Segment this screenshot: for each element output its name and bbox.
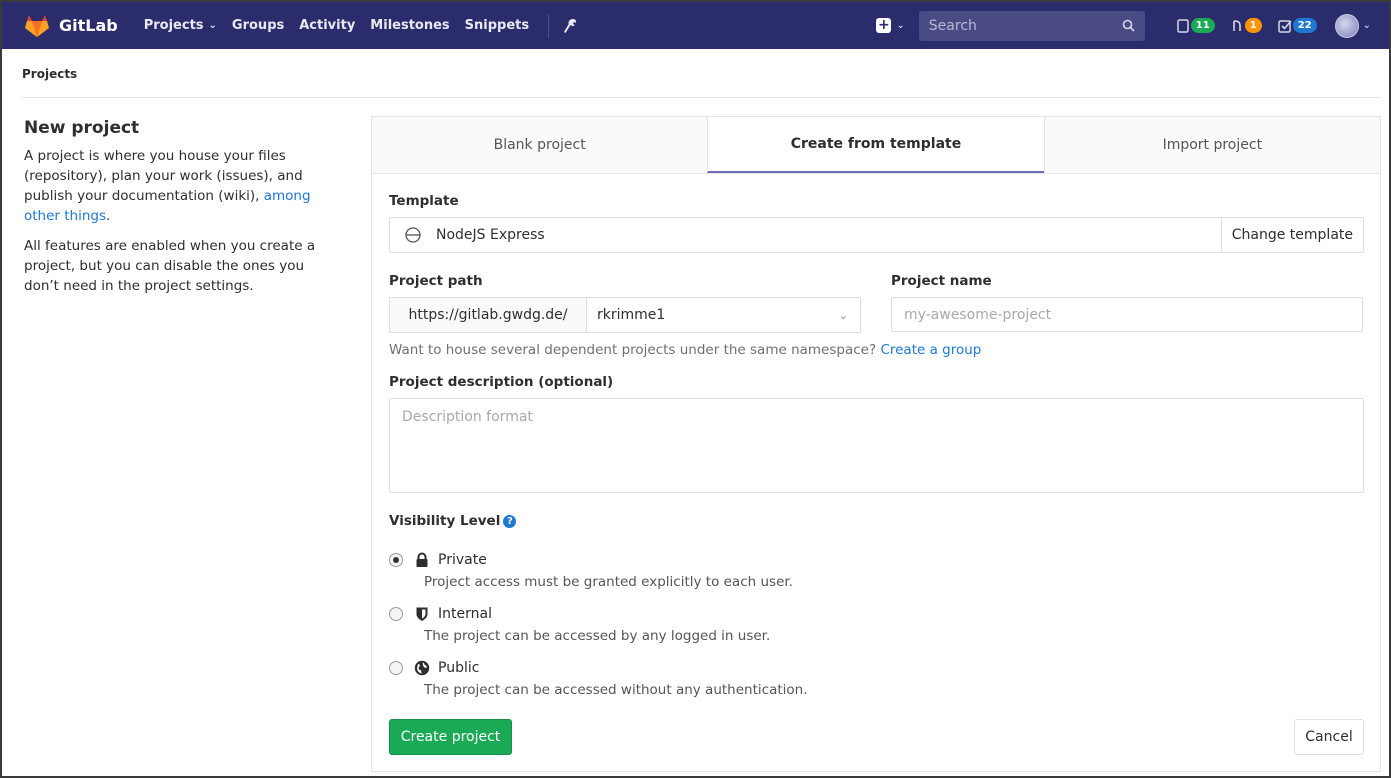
radio-selected-dot [393,557,399,563]
tab-create-from-template[interactable]: Create from template [707,117,1044,173]
tab-import-project[interactable]: Import project [1043,117,1380,173]
todo-check-icon [1277,19,1292,33]
issues-count-badge: 11 [1190,18,1215,33]
description-label: Project description (optional) [389,374,614,390]
visibility-internal-head: Internal [389,604,989,624]
merge-requests-count-badge: 1 [1244,18,1262,33]
app-window: GitLab Projects ⌄ Groups Activity Milest… [0,0,1391,778]
issues-icon [1177,18,1189,33]
project-name-label: Project name [891,273,992,289]
chevron-down-icon: ⌄ [838,308,848,322]
template-label: Template [389,193,459,209]
plus-icon: + [876,17,892,33]
change-template-button[interactable]: Change template [1220,218,1363,252]
nav-projects[interactable]: Projects ⌄ [144,18,217,33]
visibility-label-wrap: Visibility Level? [389,513,517,529]
template-name: NodeJS Express [436,227,545,243]
nav-right: + ⌄ Search 11 1 22 ⌄ [876,2,1371,49]
template-selector: NodeJS Express Change template [389,217,1364,253]
project-path-group: https://gitlab.gwdg.de/ rkrimme1 ⌄ [389,297,861,333]
namespace-help-text: Want to house several dependent projects… [389,342,981,358]
visibility-label: Visibility Level [389,513,501,529]
create-group-link[interactable]: Create a group [880,342,981,358]
nav-milestones[interactable]: Milestones [370,18,449,33]
chevron-down-icon: ⌄ [208,20,217,31]
search-icon [1122,19,1135,32]
globe-icon [414,660,430,676]
todos-counter[interactable]: 22 [1277,18,1317,33]
nodejs-template-icon [405,227,421,243]
visibility-public-head: Public [389,658,989,678]
project-path-label: Project path [389,273,483,289]
project-name-input[interactable] [891,297,1363,332]
issues-counter[interactable]: 11 [1177,18,1215,33]
project-type-tabs: Blank project Create from template Impor… [372,117,1380,174]
private-title: Private [438,552,487,568]
user-menu[interactable]: ⌄ [1334,13,1371,38]
chevron-down-icon: ⌄ [1362,20,1371,31]
internal-description: The project can be accessed by any logge… [424,628,771,644]
left-info-column: New project A project is where you house… [24,118,334,306]
help-text-body: Want to house several dependent projects… [389,342,877,358]
new-project-panel: Blank project Create from template Impor… [371,116,1381,772]
search-input[interactable]: Search [918,10,1145,41]
path-prefix: https://gitlab.gwdg.de/ [389,297,586,333]
internal-title: Internal [438,606,492,622]
visibility-option-private: Private Project access must be granted e… [389,550,989,590]
nav-groups[interactable]: Groups [232,18,284,33]
top-navbar: GitLab Projects ⌄ Groups Activity Milest… [2,2,1389,49]
nav-divider [548,13,550,38]
nav-projects-label: Projects [143,18,204,33]
tab-blank-project[interactable]: Blank project [372,117,708,173]
avatar [1334,13,1359,38]
internal-radio[interactable] [389,607,403,621]
private-radio[interactable] [389,553,403,567]
public-title: Public [438,660,480,676]
visibility-option-public: Public The project can be accessed witho… [389,658,989,698]
namespace-select[interactable]: rkrimme1 ⌄ [586,297,861,333]
cancel-button[interactable]: Cancel [1294,719,1364,755]
shield-icon [414,606,430,622]
create-project-button[interactable]: Create project [389,719,512,755]
merge-request-icon [1232,19,1241,31]
breadcrumb[interactable]: Projects [22,67,77,81]
visibility-option-internal: Internal The project can be accessed by … [389,604,989,644]
help-question-icon[interactable]: ? [503,515,517,528]
intro-period: . [106,208,111,224]
merge-requests-counter[interactable]: 1 [1231,18,1262,33]
public-radio[interactable] [389,661,403,675]
new-item-dropdown[interactable]: + ⌄ [876,17,905,33]
nav-links: Projects ⌄ Groups Activity Milestones Sn… [144,13,577,38]
features-paragraph: All features are enabled when you create… [24,238,316,294]
namespace-value: rkrimme1 [597,307,666,323]
breadcrumb-bar: Projects [22,50,1381,98]
search-placeholder: Search [928,17,977,34]
gitlab-home-link[interactable]: GitLab [24,14,118,38]
intro-text: A project is where you house your files … [24,148,303,204]
visibility-private-head: Private [389,550,989,570]
brand-label: GitLab [59,16,118,35]
admin-wrench-icon[interactable] [563,18,577,34]
lock-icon [414,552,430,568]
public-description: The project can be accessed without any … [424,682,808,698]
intro-paragraph: A project is where you house your files … [24,146,334,226]
nav-snippets[interactable]: Snippets [465,18,529,33]
nav-activity[interactable]: Activity [299,18,355,33]
private-description: Project access must be granted explicitl… [424,574,793,590]
description-textarea[interactable] [389,398,1364,493]
chevron-down-icon: ⌄ [896,20,905,31]
page-title: New project [24,118,140,138]
todos-count-badge: 22 [1292,18,1317,33]
gitlab-logo-icon [25,14,49,37]
